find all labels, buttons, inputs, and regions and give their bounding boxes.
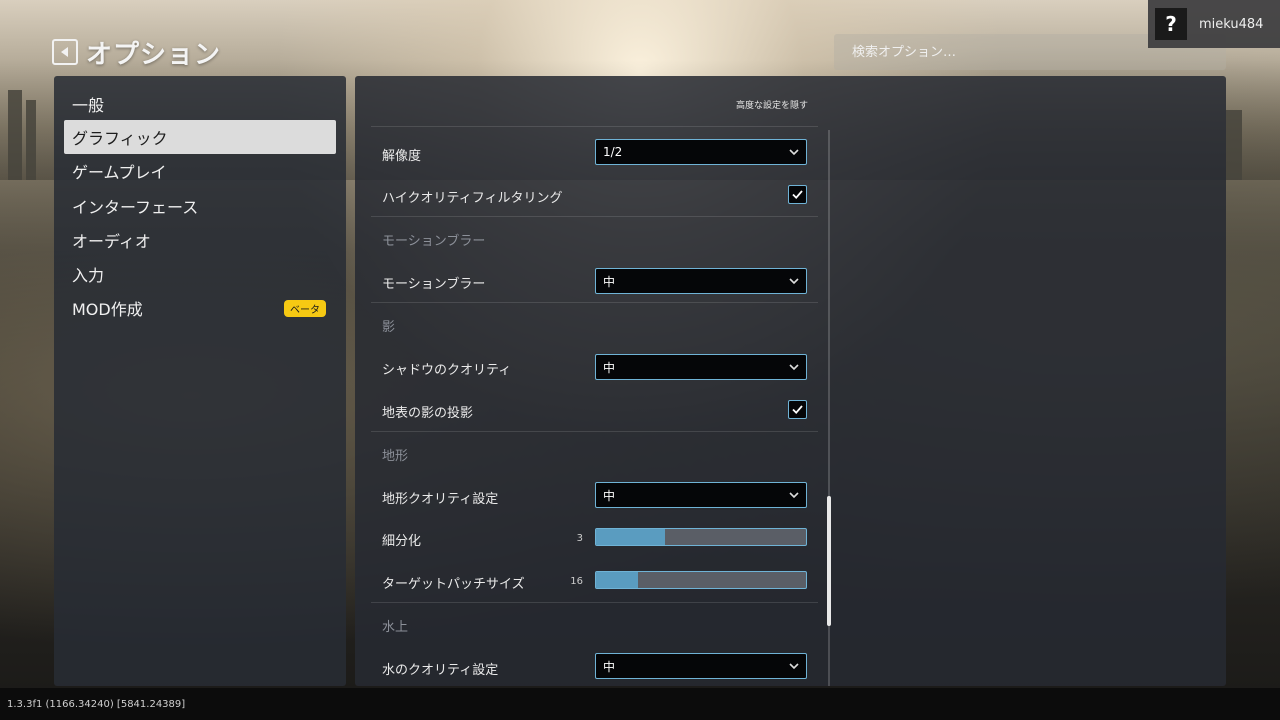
checkmark-icon (792, 190, 803, 200)
water-quality-dropdown[interactable]: 中 (595, 653, 807, 679)
section-title-terrain: 地形 (382, 449, 409, 464)
target-patch-size-slider[interactable] (595, 571, 807, 589)
terrain-quality-label: 地形クオリティ設定 (382, 492, 499, 507)
chevron-down-icon (789, 278, 799, 285)
back-arrow-icon (61, 47, 68, 57)
high-quality-filtering-checkbox[interactable] (788, 185, 807, 204)
sidebar-item-label: MOD作成 (72, 300, 143, 319)
shadow-quality-value: 中 (603, 360, 616, 375)
terrain-quality-dropdown[interactable]: 中 (595, 482, 807, 508)
motion-blur-dropdown[interactable]: 中 (595, 268, 807, 294)
motion-blur-value: 中 (603, 274, 616, 289)
motion-blur-label: モーションブラー (382, 277, 486, 292)
tessellation-label: 細分化 (382, 534, 422, 549)
checkmark-icon (792, 405, 803, 415)
slider-fill (596, 572, 638, 588)
divider (371, 431, 818, 432)
divider (371, 302, 818, 303)
user-chip: ? mieku484 (1148, 0, 1280, 48)
chevron-down-icon (789, 663, 799, 670)
sidebar-item-general[interactable]: 一般 (64, 87, 336, 121)
terrain-shadow-casting-label: 地表の影の投影 (382, 406, 474, 421)
divider (371, 126, 818, 127)
tessellation-slider[interactable] (595, 528, 807, 546)
help-button[interactable]: ? (1155, 8, 1187, 40)
sidebar-item-gameplay[interactable]: ゲームプレイ (64, 154, 336, 188)
graphics-settings-panel: 高度な設定を隠す 解像度 1/2 ハイクオリティフィルタリング モーションブラー… (355, 76, 1226, 686)
shadow-quality-label: シャドウのクオリティ (382, 363, 512, 378)
back-button[interactable] (52, 39, 78, 65)
sidebar-item-input[interactable]: 入力 (64, 257, 336, 291)
target-patch-size-label: ターゲットパッチサイズ (382, 577, 525, 592)
target-patch-size-value: 16 (570, 576, 583, 587)
settings-list: 解像度 1/2 ハイクオリティフィルタリング モーションブラー モーションブラー… (371, 76, 818, 686)
section-title-water: 水上 (382, 620, 409, 635)
beta-badge: ベータ (284, 300, 326, 317)
tessellation-value: 3 (576, 533, 583, 544)
resolution-value: 1/2 (603, 145, 623, 159)
sidebar-item-audio[interactable]: オーディオ (64, 223, 336, 257)
water-quality-label: 水のクオリティ設定 (382, 663, 499, 678)
chevron-down-icon (789, 492, 799, 499)
sidebar-item-graphics[interactable]: グラフィック (64, 120, 336, 154)
resolution-dropdown[interactable]: 1/2 (595, 139, 807, 165)
high-quality-filtering-label: ハイクオリティフィルタリング (382, 191, 563, 206)
status-bar: 1.3.3f1 (1166.34240) [5841.24389] (0, 688, 1280, 720)
chevron-down-icon (789, 364, 799, 371)
options-sidebar: 一般 グラフィック ゲームプレイ インターフェース オーディオ 入力 MOD作成… (54, 76, 346, 686)
sidebar-item-interface[interactable]: インターフェース (64, 189, 336, 223)
shadow-quality-dropdown[interactable]: 中 (595, 354, 807, 380)
terrain-shadow-casting-checkbox[interactable] (788, 400, 807, 419)
water-quality-value: 中 (603, 659, 616, 674)
section-title-motion-blur: モーションブラー (382, 234, 486, 249)
divider (371, 216, 818, 217)
sidebar-item-modding[interactable]: MOD作成 ベータ (64, 291, 336, 325)
page-header: オプション (52, 36, 222, 70)
slider-fill (596, 529, 666, 545)
terrain-quality-value: 中 (603, 488, 616, 503)
divider (371, 602, 818, 603)
page-title: オプション (86, 39, 222, 70)
username[interactable]: mieku484 (1199, 17, 1263, 32)
section-title-shadows: 影 (382, 320, 396, 335)
settings-scrollbar[interactable] (827, 130, 831, 686)
version-text: 1.3.3f1 (1166.34240) [5841.24389] (7, 698, 186, 710)
resolution-label: 解像度 (382, 149, 422, 164)
chevron-down-icon (789, 149, 799, 156)
scrollbar-thumb[interactable] (827, 496, 831, 626)
